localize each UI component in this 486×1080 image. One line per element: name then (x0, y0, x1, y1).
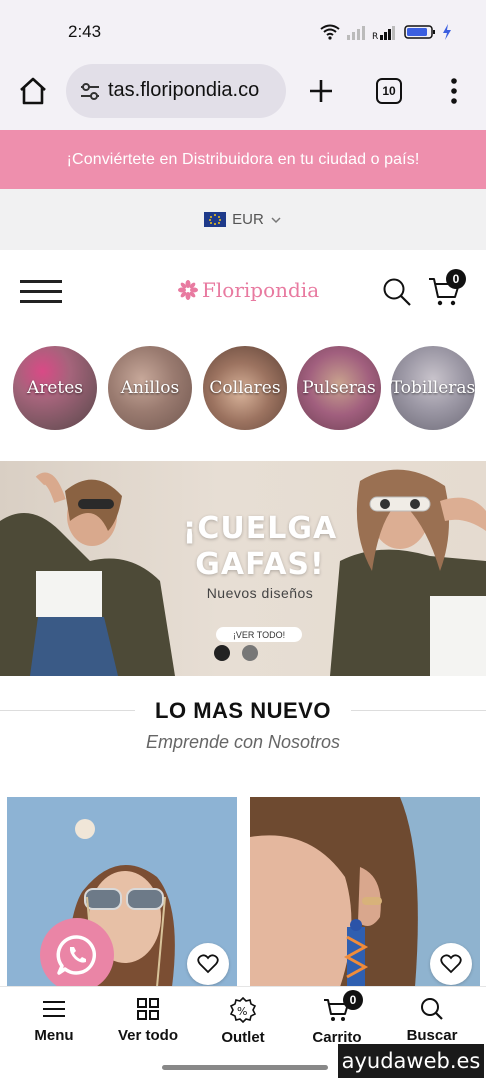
heart-icon (197, 954, 219, 974)
status-time: 2:43 (68, 22, 102, 41)
nav-buscar[interactable]: Buscar (384, 997, 480, 1044)
nav-cart-count-badge: 0 (343, 990, 363, 1010)
currency-code: EUR (232, 211, 264, 228)
hero-banner[interactable]: ¡CUELGA GAFAS! Nuevos diseños ¡VER TODO! (0, 461, 486, 676)
section-subtitle: Emprende con Nosotros (145, 732, 341, 752)
nav-menu[interactable]: Menu (6, 997, 102, 1044)
url-text[interactable]: tas.floripondia.co (108, 79, 282, 102)
wifi-icon (320, 24, 340, 40)
tab-switcher-button[interactable]: 10 (376, 78, 402, 104)
promo-banner[interactable]: ¡Conviértete en Distribuidora en tu ciud… (0, 130, 486, 189)
category-collares[interactable]: Collares (203, 346, 287, 430)
battery-icon (404, 25, 435, 39)
section-header: LO MAS NUEVO (0, 696, 486, 726)
carousel-dot-active[interactable] (214, 645, 230, 661)
search-icon (421, 998, 443, 1020)
watermark: ayudaweb.es (338, 1044, 484, 1078)
eu-flag-icon (204, 212, 227, 227)
hero-cta-button[interactable]: ¡VER TODO! (216, 627, 302, 642)
grid-icon (137, 998, 159, 1020)
svg-text:%: % (237, 1005, 247, 1018)
nav-carrito[interactable]: Carrito (289, 997, 385, 1046)
category-label: Collares (209, 378, 281, 398)
promo-text: ¡Conviértete en Distribuidora en tu ciud… (66, 150, 420, 168)
category-tobilleras[interactable]: Tobilleras (391, 346, 475, 430)
category-pulseras[interactable]: Pulseras (297, 346, 381, 430)
category-aretes[interactable]: Aretes (13, 346, 97, 430)
heart-icon (440, 954, 462, 974)
whatsapp-chat-button[interactable] (40, 918, 114, 992)
tab-count: 10 (382, 84, 396, 98)
currency-selector[interactable]: EUR (0, 189, 486, 250)
svg-text:R: R (372, 32, 378, 40)
hero-title: ¡CUELGA GAFAS! (182, 511, 338, 582)
product-card[interactable] (250, 797, 480, 987)
site-logo[interactable]: Floripondia (178, 278, 319, 302)
charging-icon (443, 24, 451, 40)
section-title: LO MAS NUEVO (135, 698, 351, 724)
browser-toolbar: tas.floripondia.co 10 (0, 64, 486, 130)
hamburger-menu-icon[interactable] (20, 280, 62, 304)
category-carousel: Aretes Anillos Collares Pulseras Tobille… (0, 346, 486, 432)
nav-label: Ver todo (117, 1027, 178, 1044)
nav-outlet[interactable]: % Outlet (195, 997, 291, 1046)
signal-icon (347, 26, 365, 40)
divider (336, 710, 486, 711)
category-label: Pulseras (302, 378, 376, 398)
flower-logo-icon (178, 280, 198, 300)
cart-count-badge: 0 (446, 269, 466, 289)
wishlist-button[interactable] (430, 943, 472, 985)
home-icon[interactable] (16, 74, 50, 108)
percent-badge-icon: % (229, 997, 257, 1023)
whatsapp-icon (56, 935, 97, 975)
status-icons: R (320, 22, 452, 42)
search-icon[interactable] (382, 277, 412, 307)
nav-ver-todo[interactable]: Ver todo (100, 997, 196, 1044)
category-label: Aretes (26, 378, 84, 398)
nav-label: Menu (34, 1027, 74, 1044)
hero-subtitle: Nuevos diseños (206, 585, 314, 601)
chevron-down-icon (271, 216, 281, 223)
site-header: Floripondia 0 (0, 250, 486, 334)
nav-label: Buscar (406, 1027, 458, 1044)
wishlist-button[interactable] (187, 943, 229, 985)
signal-roaming-icon: R (372, 26, 395, 40)
carousel-dot[interactable] (242, 645, 258, 661)
nav-label: Outlet (221, 1029, 265, 1046)
menu-icon (43, 1001, 65, 1017)
category-anillos[interactable]: Anillos (108, 346, 192, 430)
site-settings-icon[interactable] (78, 79, 102, 103)
category-label: Tobilleras (391, 378, 475, 398)
status-bar: 2:43 R (0, 0, 486, 64)
logo-text: Floripondia (202, 278, 320, 302)
new-tab-icon[interactable] (306, 76, 336, 106)
gesture-home-bar[interactable] (162, 1065, 328, 1070)
more-options-icon[interactable] (440, 76, 468, 106)
divider (0, 710, 150, 711)
address-bar[interactable]: tas.floripondia.co (66, 64, 286, 118)
category-label: Anillos (120, 378, 180, 398)
